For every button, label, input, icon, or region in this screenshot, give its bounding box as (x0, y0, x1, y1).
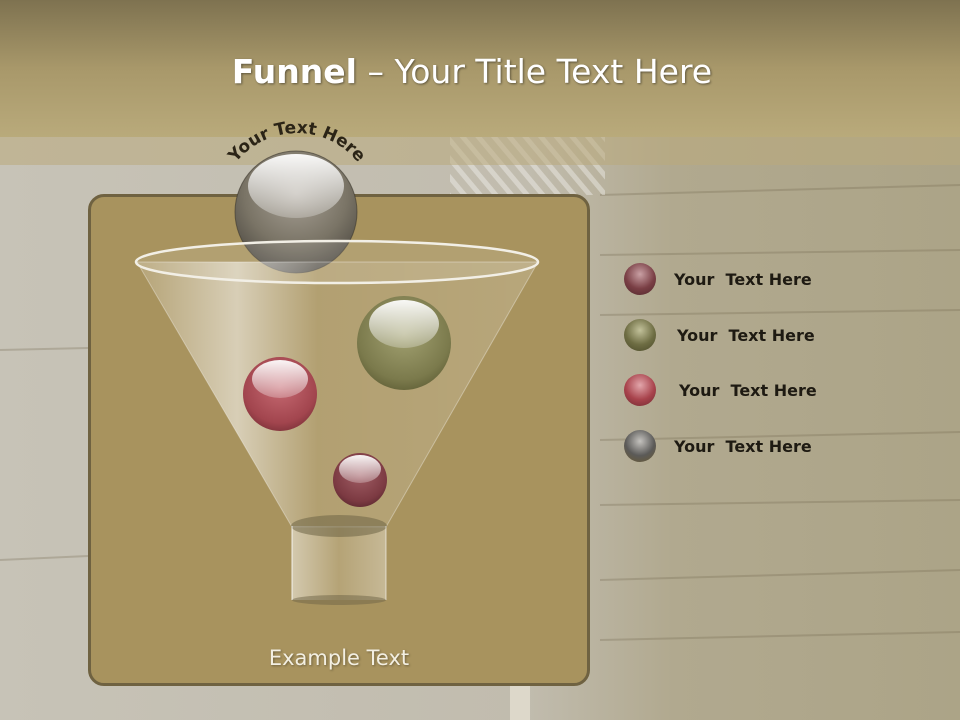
ball-maroon (333, 453, 387, 507)
funnel-rim (134, 239, 540, 285)
ball-red (243, 357, 317, 431)
ball-olive (357, 296, 451, 390)
legend-label: Your Text Here (674, 436, 812, 456)
legend-item-3: Your Text Here (624, 373, 817, 407)
legend-dot-icon (624, 374, 656, 406)
legend-label: Your Text Here (677, 325, 815, 345)
legend-dot-icon (624, 263, 656, 295)
legend-item-4: Your Text Here (624, 429, 812, 463)
legend-item-1: Your Text Here (624, 262, 812, 296)
example-text: Example Text (268, 646, 410, 670)
legend-label: Your Text Here (674, 269, 812, 289)
funnel-diagram: Your Text Here (134, 118, 540, 605)
legend-dot-icon (624, 319, 656, 351)
funnel-tube (291, 515, 387, 605)
legend-label: Your Text Here (679, 380, 817, 400)
legend-item-2: Your Text Here (624, 318, 815, 352)
legend-dot-icon (624, 430, 656, 462)
